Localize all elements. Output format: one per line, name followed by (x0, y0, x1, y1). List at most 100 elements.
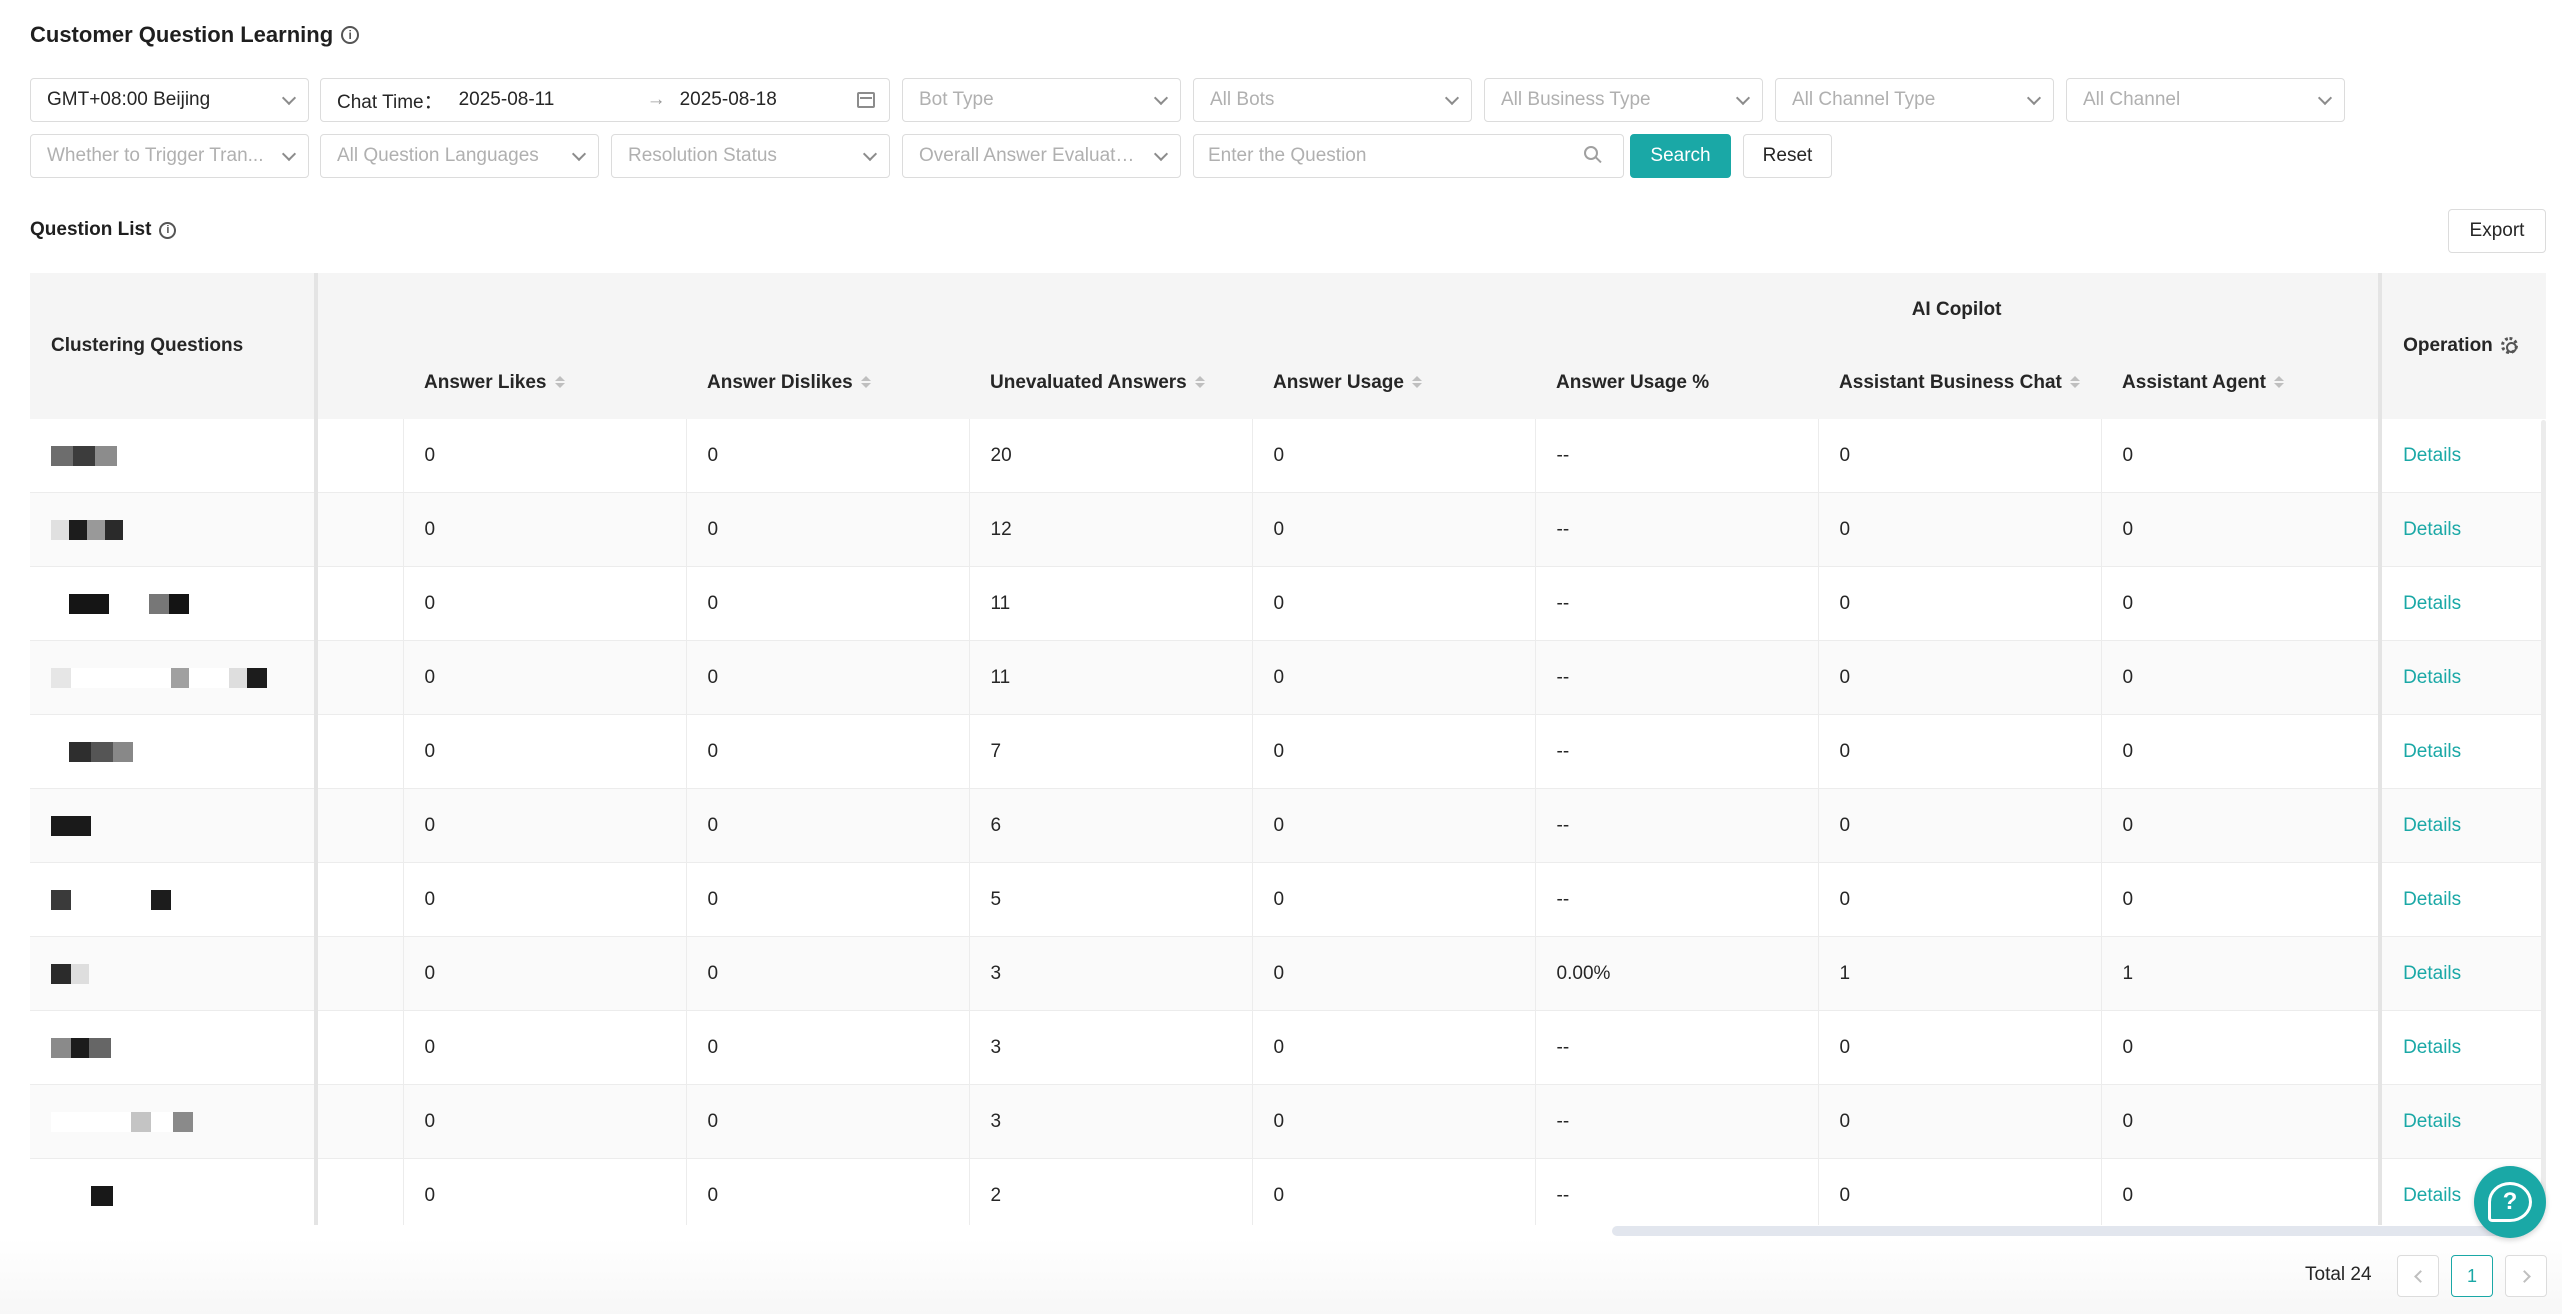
pagination-prev[interactable] (2397, 1255, 2439, 1297)
col-header-dislikes[interactable]: Answer Dislikes (686, 346, 969, 419)
hidden-column-cell (316, 1010, 404, 1085)
info-icon[interactable]: i (341, 26, 360, 44)
date-end[interactable]: 2025-08-18 (680, 89, 777, 111)
gear-icon[interactable] (2500, 337, 2518, 355)
sort-icon[interactable] (860, 376, 871, 389)
footer (0, 1238, 2562, 1314)
redaction-block (51, 519, 69, 540)
clustering-question-cell[interactable] (30, 936, 318, 1011)
clustering-question-cell[interactable] (30, 1084, 318, 1159)
date-start[interactable]: 2025-08-11 (459, 89, 639, 111)
group-header-ai-copilot: AI Copilot (1535, 273, 2381, 346)
info-icon[interactable]: i (159, 221, 177, 239)
clustering-question-cell[interactable] (30, 714, 318, 789)
search-icon[interactable] (1584, 146, 1598, 160)
clustering-question-cell[interactable] (30, 1158, 318, 1225)
hidden-column-cell (316, 640, 404, 715)
cell-agent: 0 (2101, 1158, 2381, 1225)
clustering-question-cell[interactable] (30, 640, 318, 715)
vertical-scrollbar[interactable] (2541, 420, 2546, 1210)
operation-cell: Details (2378, 936, 2546, 1011)
cell-likes: 0 (403, 566, 687, 641)
details-link[interactable]: Details (2403, 815, 2461, 836)
table-row: 0 0 2 0 -- 0 0 Details (30, 1158, 2546, 1225)
clustering-question-cell[interactable] (30, 862, 318, 937)
question-list-title-text: Question List (30, 219, 152, 240)
details-link[interactable]: Details (2403, 741, 2461, 762)
sort-icon[interactable] (1194, 376, 1205, 389)
cell-usage-pct: -- (1535, 492, 1819, 567)
unevaluated-label: Unevaluated Answers (990, 371, 1187, 393)
reset-button[interactable]: Reset (1743, 134, 1832, 178)
col-header-usage[interactable]: Answer Usage (1252, 346, 1536, 419)
cell-dislikes: 0 (686, 1084, 970, 1159)
clustering-question-cell[interactable] (30, 419, 318, 493)
redaction-block (169, 593, 189, 614)
question-search-input[interactable] (1193, 134, 1624, 178)
details-link[interactable]: Details (2403, 1185, 2461, 1206)
col-header-assistant-business-chat[interactable]: Assistant Business Chat (1818, 346, 2102, 419)
answer-evaluation-select[interactable]: Overall Answer Evaluation (902, 134, 1181, 178)
clustering-question-cell[interactable] (30, 566, 318, 641)
details-link[interactable]: Details (2403, 667, 2461, 688)
cell-agent: 0 (2101, 640, 2381, 715)
clustering-question-cell[interactable] (30, 492, 318, 567)
help-chat-button[interactable]: ? (2474, 1166, 2546, 1238)
sort-icon[interactable] (2273, 376, 2284, 389)
cell-dislikes: 0 (686, 788, 970, 863)
col-header-assistant-agent[interactable]: Assistant Agent (2101, 346, 2381, 419)
timezone-select[interactable]: GMT+08:00 Beijing (30, 78, 309, 122)
cell-dislikes: 0 (686, 492, 970, 567)
details-link[interactable]: Details (2403, 445, 2461, 466)
details-link[interactable]: Details (2403, 1037, 2461, 1058)
redaction-block (229, 667, 247, 688)
channel-type-select[interactable]: All Channel Type (1775, 78, 2054, 122)
bots-select[interactable]: All Bots (1193, 78, 1472, 122)
cell-unevaluated: 3 (969, 1084, 1253, 1159)
trigger-transfer-select[interactable]: Whether to Trigger Tran... (30, 134, 309, 178)
cell-dislikes: 0 (686, 862, 970, 937)
redaction-block (71, 1037, 89, 1058)
details-link[interactable]: Details (2403, 593, 2461, 614)
details-link[interactable]: Details (2403, 1111, 2461, 1132)
export-button[interactable]: Export (2448, 209, 2546, 253)
details-link[interactable]: Details (2403, 519, 2461, 540)
search-button[interactable]: Search (1630, 134, 1731, 178)
resolution-status-select[interactable]: Resolution Status (611, 134, 890, 178)
bot-type-select[interactable]: Bot Type (902, 78, 1181, 122)
operation-cell: Details (2378, 714, 2546, 789)
cell-agent: 0 (2101, 788, 2381, 863)
cell-business-chat: 0 (1818, 419, 2102, 493)
business-type-select[interactable]: All Business Type (1484, 78, 1763, 122)
cell-dislikes: 0 (686, 1158, 970, 1225)
pagination-page-1[interactable]: 1 (2451, 1255, 2493, 1297)
cell-likes: 0 (403, 640, 687, 715)
clustering-question-cell[interactable] (30, 1010, 318, 1085)
col-header-unevaluated[interactable]: Unevaluated Answers (969, 346, 1252, 419)
details-link[interactable]: Details (2403, 889, 2461, 910)
operation-cell: Details (2378, 788, 2546, 863)
cell-likes: 0 (403, 936, 687, 1011)
sort-icon[interactable] (1411, 376, 1422, 389)
cell-usage: 0 (1252, 936, 1536, 1011)
question-table: Clustering Questions AI Copilot Operatio… (30, 273, 2546, 1225)
col-header-likes[interactable]: Answer Likes (403, 346, 686, 419)
operation-cell: Details (2378, 1084, 2546, 1159)
clustering-question-cell[interactable] (30, 788, 318, 863)
chevron-down-icon (281, 90, 297, 106)
channel-select[interactable]: All Channel (2066, 78, 2345, 122)
horizontal-scrollbar[interactable] (1612, 1226, 2512, 1236)
sort-icon[interactable] (554, 376, 565, 389)
details-link[interactable]: Details (2403, 963, 2461, 984)
sort-icon[interactable] (2069, 376, 2080, 389)
cell-likes: 0 (403, 492, 687, 567)
pagination-next[interactable] (2505, 1255, 2547, 1297)
header-spacer (316, 273, 1536, 346)
chevron-down-icon (1735, 90, 1751, 106)
question-languages-select[interactable]: All Question Languages (320, 134, 599, 178)
cell-usage: 0 (1252, 492, 1536, 567)
redaction-block (91, 1185, 113, 1206)
cell-business-chat: 0 (1818, 566, 2102, 641)
usage-label: Answer Usage (1273, 371, 1404, 393)
chat-time-range-picker[interactable]: Chat Time： 2025-08-11 → 2025-08-18 (320, 78, 890, 122)
